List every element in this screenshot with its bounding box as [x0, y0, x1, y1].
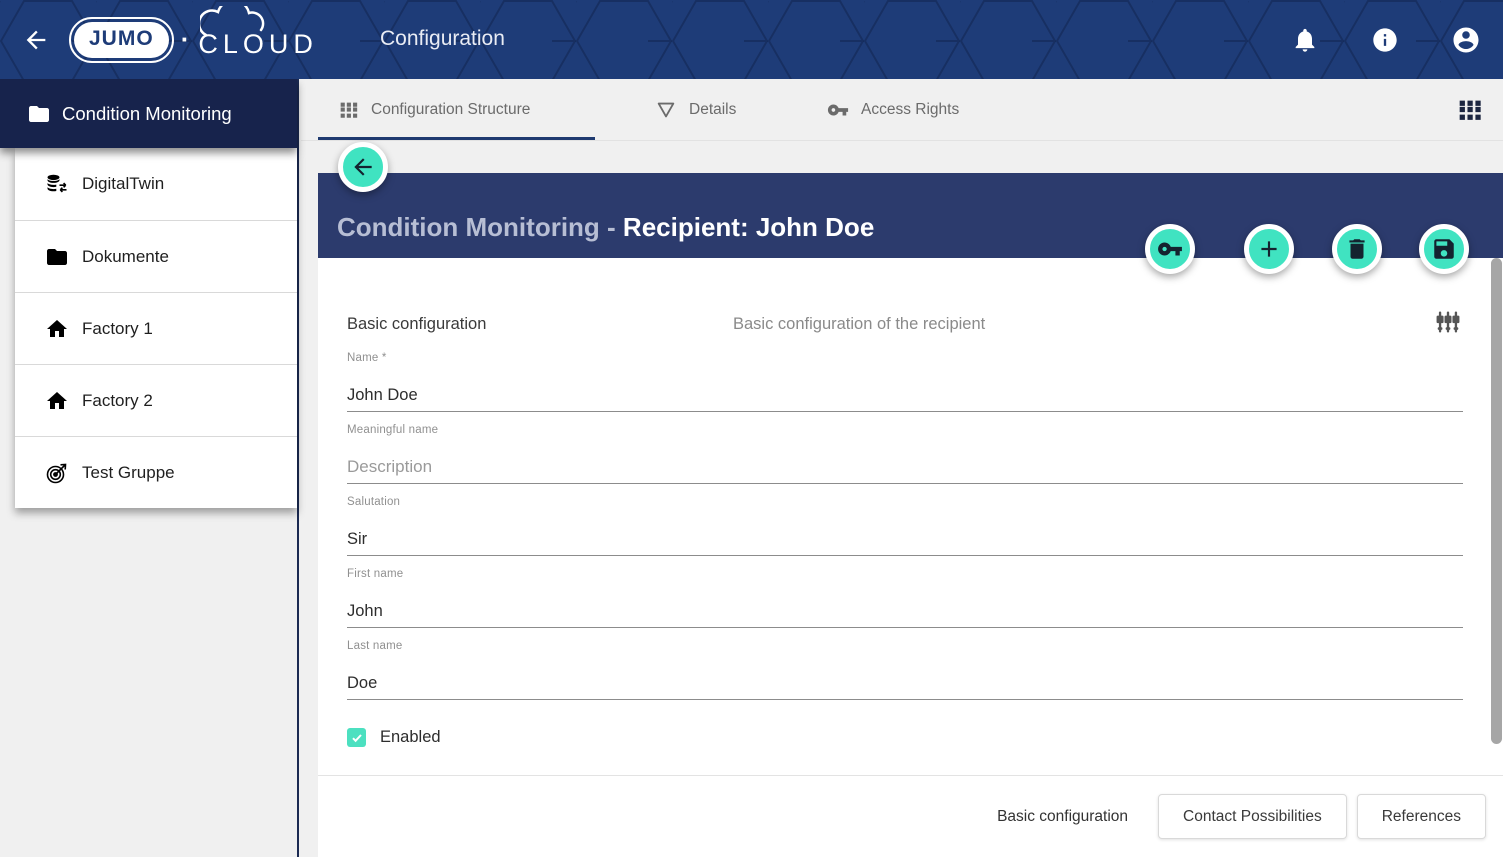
trash-icon: [1344, 236, 1370, 262]
bell-icon: [1291, 26, 1319, 54]
cloud-wordmark: CLOUD: [198, 19, 318, 60]
sidebar-item-label: Test Gruppe: [82, 463, 175, 483]
field-label: Name *: [347, 352, 387, 364]
sidebar-header-condition-monitoring[interactable]: Condition Monitoring: [0, 79, 297, 148]
panel-title-main: Recipient: John Doe: [623, 212, 874, 242]
field-first-name: First name: [347, 556, 1463, 628]
folder-icon: [27, 102, 51, 126]
sidebar-item-label: DigitalTwin: [82, 174, 164, 194]
account-icon: [1451, 25, 1481, 55]
checkbox-label: Enabled: [380, 728, 441, 747]
filter-icon: [655, 99, 677, 121]
sidebar: Condition Monitoring DigitalTwin: [0, 79, 299, 857]
sidebar-item-factory-2[interactable]: Factory 2: [15, 364, 297, 436]
field-label: Salutation: [347, 496, 400, 508]
sidebar-item-label: Dokumente: [82, 247, 169, 267]
enabled-checkbox-row[interactable]: Enabled: [347, 728, 441, 747]
form-fields: Name * Meaningful name Salutation First …: [347, 340, 1463, 700]
scrollbar-thumb[interactable]: [1491, 258, 1502, 744]
sidebar-item-factory-1[interactable]: Factory 1: [15, 292, 297, 364]
access-rights-fab[interactable]: [1145, 224, 1195, 274]
field-meaningful-name: Meaningful name: [347, 412, 1463, 484]
tab-label: Configuration Structure: [371, 101, 530, 119]
sidebar-item-label: Factory 2: [82, 391, 153, 411]
add-fab[interactable]: [1244, 224, 1294, 274]
jumo-logo-pill: JUMO: [74, 22, 169, 58]
sidebar-item-test-gruppe[interactable]: Test Gruppe: [15, 436, 297, 508]
first-name-input[interactable]: [347, 602, 1463, 621]
field-salutation: Salutation: [347, 484, 1463, 556]
home-icon: [45, 317, 69, 341]
main-area: Configuration Structure Details Access R…: [301, 79, 1503, 857]
grid-icon: [337, 99, 359, 121]
checkbox-checked-icon[interactable]: [347, 728, 366, 747]
arrow-left-icon: [22, 26, 50, 54]
save-fab[interactable]: [1419, 224, 1469, 274]
digital-twin-icon: [45, 172, 69, 196]
topbar: JUMO · CLOUD Configuration: [0, 0, 1503, 79]
field-name: Name *: [347, 340, 1463, 412]
tab-label: Access Rights: [861, 101, 959, 119]
panel-header: Condition Monitoring - Recipient: John D…: [318, 173, 1503, 258]
grid-icon: [1455, 96, 1483, 124]
home-icon: [45, 389, 69, 413]
field-label: Meaningful name: [347, 424, 438, 436]
back-arrow-button[interactable]: [22, 26, 50, 54]
app-window: JUMO · CLOUD Configuration: [0, 0, 1503, 857]
salutation-input[interactable]: [347, 530, 1463, 549]
key-icon: [1157, 236, 1183, 262]
panel-back-button[interactable]: [338, 142, 388, 192]
sidebar-tree: DigitalTwin Dokumente Factory 1 Factory …: [15, 148, 297, 508]
panel-title-prefix: Condition Monitoring -: [337, 212, 623, 242]
folder-icon: [45, 245, 69, 269]
field-label: Last name: [347, 640, 403, 652]
target-icon: [45, 461, 69, 485]
arrow-left-icon: [350, 154, 376, 180]
contact-possibilities-button[interactable]: Contact Possibilities: [1158, 794, 1347, 839]
notifications-button[interactable]: [1291, 26, 1319, 54]
tab-access-rights[interactable]: Access Rights: [827, 79, 959, 141]
info-button[interactable]: [1371, 26, 1399, 54]
settings-sliders-button[interactable]: [1434, 308, 1462, 336]
field-label: First name: [347, 568, 403, 580]
content-area: Condition Monitoring - Recipient: John D…: [301, 141, 1503, 857]
info-icon: [1371, 26, 1399, 54]
basic-configuration-card: Basic configuration Basic configuration …: [318, 258, 1503, 775]
active-tab-underline: [318, 137, 595, 140]
tab-bar: Configuration Structure Details Access R…: [301, 79, 1503, 141]
current-section-label: Basic configuration: [997, 808, 1128, 826]
sidebar-item-label: Factory 1: [82, 319, 153, 339]
tab-label: Details: [689, 101, 736, 119]
section-title: Basic configuration: [347, 315, 486, 334]
panel-title: Condition Monitoring - Recipient: John D…: [337, 212, 874, 243]
plus-icon: [1256, 236, 1282, 262]
save-icon: [1431, 236, 1457, 262]
key-icon: [827, 99, 849, 121]
last-name-input[interactable]: [347, 674, 1463, 693]
layout-grid-button[interactable]: [1455, 96, 1483, 124]
sidebar-item-digitaltwin[interactable]: DigitalTwin: [15, 148, 297, 220]
section-subtitle: Basic configuration of the recipient: [733, 315, 985, 334]
references-button[interactable]: References: [1357, 794, 1486, 839]
tab-configuration-structure[interactable]: Configuration Structure: [337, 79, 530, 141]
logo-separator-dot: ·: [181, 24, 190, 55]
delete-fab[interactable]: [1332, 224, 1382, 274]
sliders-icon: [1434, 308, 1462, 336]
section-nav-footer: Basic configuration Contact Possibilitie…: [318, 775, 1503, 857]
sidebar-item-dokumente[interactable]: Dokumente: [15, 220, 297, 292]
page-title: Configuration: [380, 27, 505, 51]
sidebar-header-label: Condition Monitoring: [62, 103, 232, 125]
account-button[interactable]: [1451, 25, 1481, 55]
topbar-icon-group: [1291, 0, 1481, 79]
description-input[interactable]: [347, 458, 1463, 477]
name-input[interactable]: [347, 386, 1463, 405]
jumo-cloud-logo: JUMO · CLOUD: [74, 0, 318, 79]
field-last-name: Last name: [347, 628, 1463, 700]
tab-details[interactable]: Details: [655, 79, 736, 141]
